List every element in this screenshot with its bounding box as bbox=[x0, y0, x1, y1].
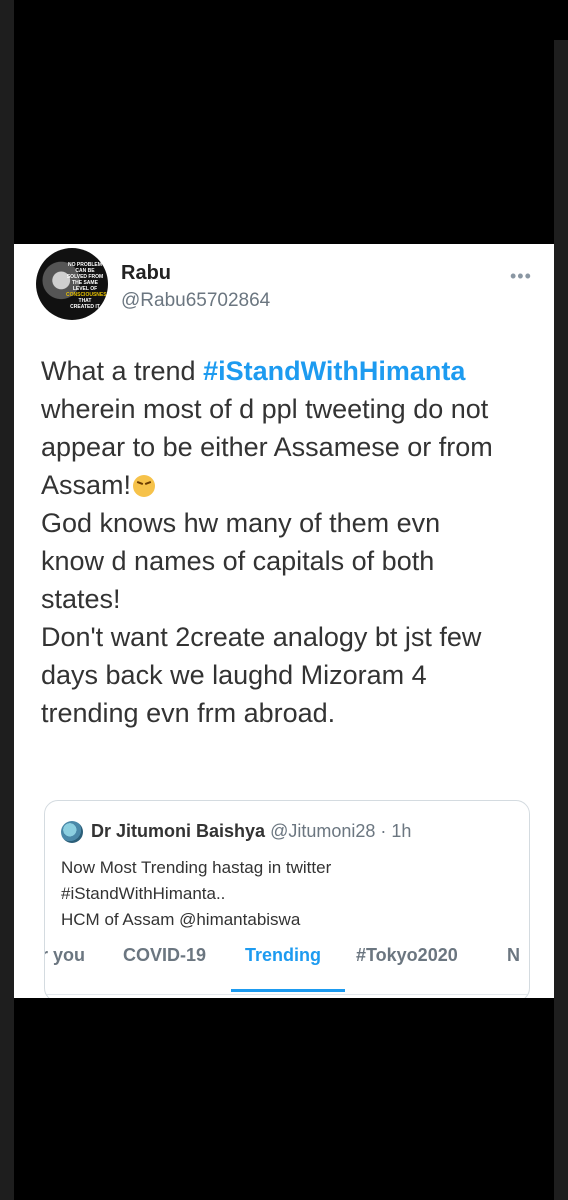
tweet-card[interactable]: NO PROBLEM CAN BE SOLVED FROM THE SAME L… bbox=[14, 244, 554, 998]
tab-for-you[interactable]: r you bbox=[45, 945, 85, 966]
quoted-author[interactable]: Dr Jitumoni Baishya @Jitumoni28 · 1h bbox=[91, 821, 411, 842]
quoted-tweet-text: Now Most Trending hastag in twitter #iSt… bbox=[61, 855, 331, 933]
tweet-line: know d names of capitals of both bbox=[41, 546, 435, 576]
author-name[interactable]: Rabu bbox=[121, 262, 171, 285]
quoted-author-name: Dr Jitumoni Baishya bbox=[91, 821, 266, 841]
author-avatar[interactable]: NO PROBLEM CAN BE SOLVED FROM THE SAME L… bbox=[36, 248, 108, 320]
tweet-line: wherein most of d ppl tweeting do not bbox=[41, 394, 489, 424]
tweet-line-text: Assam! bbox=[41, 470, 132, 500]
quoted-line: HCM of Assam @himantabiswa bbox=[61, 910, 301, 929]
tweet-line: appear to be either Assamese or from bbox=[41, 432, 493, 462]
tweet-line: states! bbox=[41, 584, 121, 614]
quoted-author-avatar[interactable] bbox=[61, 821, 83, 843]
quoted-author-meta: @Jitumoni28 · 1h bbox=[270, 821, 412, 841]
tweet-line: Don't want 2create analogy bt jst few bbox=[41, 622, 482, 652]
tweet-line: Assam! bbox=[41, 466, 541, 504]
tweet-line: days back we laughd Mizoram 4 bbox=[41, 660, 427, 690]
avatar-quote-text: NO PROBLEM CAN BE SOLVED FROM THE SAME L… bbox=[66, 262, 108, 310]
tweet-text: What a trend #iStandWithHimanta wherein … bbox=[41, 352, 541, 732]
tab-trending[interactable]: Trending bbox=[245, 945, 321, 966]
tweet-line: What a trend #iStandWithHimanta bbox=[41, 352, 541, 390]
left-edge bbox=[0, 0, 14, 1200]
explore-tab-bar: r you COVID-19 Trending #Tokyo2020 N bbox=[45, 935, 529, 975]
author-handle[interactable]: @Rabu65702864 bbox=[121, 290, 270, 312]
tab-news[interactable]: N bbox=[507, 945, 520, 966]
screenshot-frame: NO PROBLEM CAN BE SOLVED FROM THE SAME L… bbox=[0, 0, 568, 1200]
right-edge bbox=[554, 40, 568, 1200]
tab-covid-19[interactable]: COVID-19 bbox=[123, 945, 206, 966]
persevering-face-emoji-icon bbox=[133, 475, 156, 497]
tweet-line: God knows hw many of them evn bbox=[41, 508, 441, 538]
hashtag-link[interactable]: #iStandWithHimanta bbox=[203, 356, 465, 386]
tweet-line: trending evn frm abroad. bbox=[41, 698, 336, 728]
more-horizontal-icon[interactable]: ••• bbox=[510, 266, 532, 287]
divider bbox=[45, 994, 529, 995]
quoted-line: Now Most Trending hastag in twitter bbox=[61, 858, 332, 877]
tab-tokyo2020[interactable]: #Tokyo2020 bbox=[356, 945, 458, 966]
quoted-tweet-card[interactable]: Dr Jitumoni Baishya @Jitumoni28 · 1h Now… bbox=[44, 800, 530, 998]
quoted-line[interactable]: #iStandWithHimanta.. bbox=[61, 881, 331, 907]
active-tab-indicator bbox=[231, 989, 345, 992]
tweet-line-text: What a trend bbox=[41, 356, 204, 386]
